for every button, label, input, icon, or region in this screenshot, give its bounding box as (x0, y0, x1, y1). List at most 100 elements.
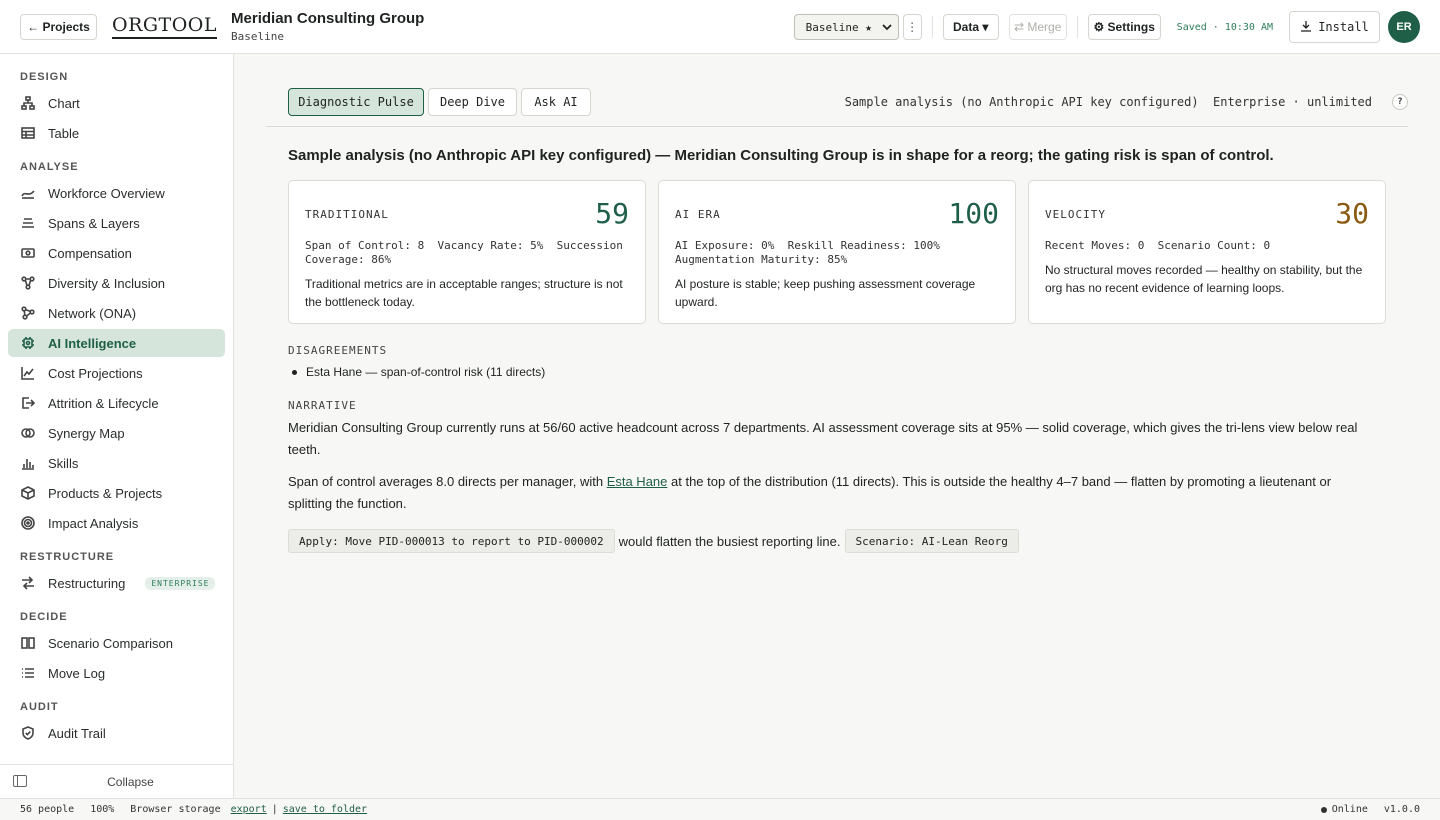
sidebar-item-spans-layers[interactable]: Spans & Layers (8, 209, 225, 237)
sidebar-item-move-log[interactable]: Move Log (8, 659, 225, 687)
sidebar-item-label: Products & Projects (48, 485, 163, 501)
lens-label: AI ERA (675, 208, 721, 221)
sidebar-item-products-projects[interactable]: Products & Projects (8, 479, 225, 507)
exit-icon (20, 395, 36, 411)
lens-label: TRADITIONAL (305, 208, 389, 221)
table-icon (20, 125, 36, 141)
venn-icon (20, 425, 36, 441)
sidebar-item-attrition-lifecycle[interactable]: Attrition & Lifecycle (8, 389, 225, 417)
narrative-text: Span of control averages 8.0 directs per… (288, 474, 607, 489)
main-content: Diagnostic Pulse Deep Dive Ask AI Sample… (234, 54, 1440, 798)
sidebar-item-impact-analysis[interactable]: Impact Analysis (8, 509, 225, 537)
divider (266, 126, 1408, 127)
export-link[interactable]: export (231, 804, 267, 815)
tab-diagnostic-pulse[interactable]: Diagnostic Pulse (288, 88, 424, 116)
layers-icon (20, 215, 36, 231)
shuffle-icon (20, 575, 36, 591)
sidebar-item-network-ona[interactable]: Network (ONA) (8, 299, 225, 327)
sidebar-item-compensation[interactable]: Compensation (8, 239, 225, 267)
lens-metrics: Recent Moves: 0 Scenario Count: 0 (1045, 239, 1271, 252)
sidebar-item-diversity-inclusion[interactable]: Diversity & Inclusion (8, 269, 225, 297)
analysis-tabs: Diagnostic Pulse Deep Dive Ask AI (288, 88, 595, 116)
sidebar-item-label: Diversity & Inclusion (48, 275, 166, 291)
header-actions: Baseline ★ ⋮ Data ▾ ⇄ Merge ⚙ Settings S… (793, 0, 1420, 54)
narrative-paragraph: Span of control averages 8.0 directs per… (288, 471, 1378, 515)
banknote-icon (20, 245, 36, 261)
lens-card-ai-era: AI ERA 100 AI Exposure: 0% Reskill Readi… (658, 180, 1016, 324)
apply-move-chip[interactable]: Apply: Move PID-000013 to report to PID-… (288, 529, 615, 553)
shield-check-icon (20, 725, 36, 741)
sidebar-section-restructure: RESTRUCTURE (20, 551, 115, 563)
bar-chart-icon (20, 455, 36, 471)
sidebar-section-decide: DECIDE (20, 611, 68, 623)
online-status: Online (1331, 804, 1368, 815)
sidebar-item-audit-trail[interactable]: Audit Trail (8, 719, 225, 747)
network-icon (20, 305, 36, 321)
merge-button[interactable]: ⇄ Merge (1008, 14, 1067, 40)
data-menu-button[interactable]: Data ▾ (942, 14, 999, 40)
sidebar-collapse-button[interactable]: Collapse (0, 764, 233, 798)
online-dot-icon (1320, 806, 1327, 813)
install-button[interactable]: Install (1289, 11, 1380, 43)
target-icon (20, 515, 36, 531)
person-link-esta-hane[interactable]: Esta Hane (607, 474, 668, 489)
lens-card-velocity: VELOCITY 30 Recent Moves: 0 Scenario Cou… (1028, 180, 1386, 324)
sidebar-item-scenario-comparison[interactable]: Scenario Comparison (8, 629, 225, 657)
sidebar-section-analyse: ANALYSE (20, 161, 79, 173)
status-bar: 56 people 100% Browser storage export | … (0, 798, 1440, 820)
lens-description: No structural moves recorded — healthy o… (1045, 263, 1363, 295)
app-version: v1.0.0 (1383, 804, 1420, 815)
app-logo: ORGTOOL (112, 14, 218, 39)
scenario-select[interactable]: Baseline ★ (793, 14, 899, 40)
status-right: Online v1.0.0 (1320, 804, 1420, 815)
sidebar-item-label: Network (ONA) (48, 305, 137, 321)
scenario-chip[interactable]: Scenario: AI-Lean Reorg (844, 529, 1019, 553)
sidebar-item-ai-intelligence[interactable]: AI Intelligence (8, 329, 225, 357)
analysis-mode-text: Sample analysis (no Anthropic API key co… (844, 95, 1372, 109)
divider (931, 16, 933, 38)
org-name: Meridian Consulting Group (231, 10, 425, 27)
sidebar-item-workforce-overview[interactable]: Workforce Overview (8, 179, 225, 207)
settings-button[interactable]: ⚙ Settings (1087, 14, 1161, 40)
save-to-folder-link[interactable]: save to folder (283, 804, 367, 815)
tab-ask-ai[interactable]: Ask AI (521, 88, 591, 116)
sidebar-item-label: Synergy Map (48, 425, 125, 441)
sidebar-item-synergy-map[interactable]: Synergy Map (8, 419, 225, 447)
lens-description: Traditional metrics are in acceptable ra… (305, 277, 623, 309)
help-button[interactable]: ? (1392, 94, 1408, 110)
sidebar-item-cost-projections[interactable]: Cost Projections (8, 359, 225, 387)
disagreement-item: Esta Hane — span-of-control risk (11 dir… (292, 365, 545, 379)
user-avatar[interactable]: ER (1388, 11, 1420, 43)
chip-icon (20, 335, 36, 351)
suggested-actions: Apply: Move PID-000013 to report to PID-… (288, 529, 1019, 553)
projects-back-button[interactable]: ← Projects (20, 13, 97, 40)
sidebar-item-label: Chart (48, 95, 80, 111)
sidebar-item-label: Table (48, 125, 80, 141)
line-chart-icon (20, 365, 36, 381)
org-title-block: Meridian Consulting Group Baseline (231, 10, 424, 43)
lens-label: VELOCITY (1045, 208, 1106, 221)
lens-description: AI posture is stable; keep pushing asses… (675, 277, 976, 309)
lens-card-traditional: TRADITIONAL 59 Span of Control: 8 Vacanc… (288, 180, 646, 324)
save-status: Saved · 10:30 AM (1176, 21, 1273, 33)
narrative-label: NARRATIVE (288, 399, 357, 412)
sidebar-item-label: Audit Trail (48, 725, 106, 741)
scenario-menu-button[interactable]: ⋮ (902, 14, 922, 40)
sidebar-item-label: Spans & Layers (48, 215, 140, 231)
sidebar-item-skills[interactable]: Skills (8, 449, 225, 477)
tab-deep-dive[interactable]: Deep Dive (428, 88, 517, 116)
sidebar-item-label: Scenario Comparison (48, 635, 174, 651)
sidebar-item-chart[interactable]: Chart (8, 89, 225, 117)
lens-metrics: Span of Control: 8 Vacancy Rate: 5% Succ… (305, 239, 630, 266)
analysis-headline: Sample analysis (no Anthropic API key co… (288, 147, 1274, 164)
sidebar-item-table[interactable]: Table (8, 119, 225, 147)
sidebar-section-audit: AUDIT (20, 701, 59, 713)
lens-score: 59 (595, 197, 629, 230)
sidebar-section-design: DESIGN (20, 71, 69, 83)
sidebar-item-restructuring[interactable]: Restructuring ENTERPRISE (8, 569, 225, 597)
sidebar-item-label: Workforce Overview (48, 185, 165, 201)
bullet-dot (292, 369, 297, 375)
trend-icon (20, 185, 36, 201)
action-description: would flatten the busiest reporting line… (618, 533, 841, 549)
lens-metrics: AI Exposure: 0% Reskill Readiness: 100% … (675, 239, 954, 266)
